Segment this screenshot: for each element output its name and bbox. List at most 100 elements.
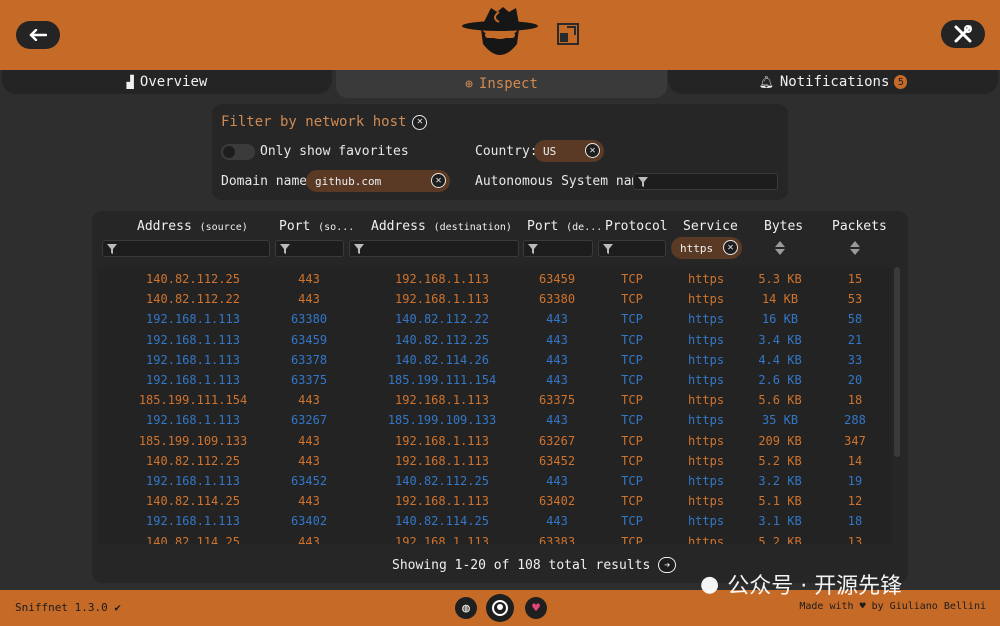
sponsor-heart-icon[interactable]: ♥ — [525, 597, 547, 619]
table-row[interactable]: 185.199.111.154 443 192.168.1.113 63375 TCP h… — [97, 390, 892, 410]
table-row[interactable]: 192.168.1.113 63402 140.82.114.25 443 TCP htt… — [97, 511, 892, 531]
funnel-icon — [280, 244, 290, 254]
table-cell: 14 — [847, 453, 863, 468]
filter-protocol[interactable] — [598, 240, 666, 257]
table-row[interactable]: 192.168.1.113 63378 140.82.114.26 443 TCP htt… — [97, 350, 892, 370]
table-cell: TCP — [621, 474, 643, 488]
sort-bytes-icon[interactable] — [775, 240, 785, 256]
table-cell: 443 — [298, 534, 320, 544]
table-cell: 19 — [847, 474, 863, 488]
table-row[interactable]: 192.168.1.113 63459 140.82.112.25 443 TCP htt… — [97, 330, 892, 350]
table-cell: 140.82.114.25 — [395, 514, 489, 529]
table-cell: 3.4 KB — [758, 332, 802, 347]
table-cell: 35 KB — [761, 413, 799, 428]
tab-inspect-label: Inspect — [478, 76, 538, 92]
col-service[interactable]: Service — [683, 219, 738, 234]
filter-address-destination[interactable] — [349, 240, 519, 257]
filter-port-source[interactable] — [275, 240, 344, 257]
connections-table: Address (source) Port (so... Address (de… — [92, 211, 908, 583]
table-cell: TCP — [621, 514, 643, 529]
tab-notifications[interactable]: 🔔︎ Notifications 5 — [668, 70, 998, 94]
tab-overview[interactable]: ▟ Overview — [2, 70, 332, 94]
table-cell: 288 — [844, 413, 866, 428]
filter-service[interactable]: https ✕ — [671, 237, 742, 259]
col-header-label: Bytes — [764, 219, 804, 234]
wechat-icon: ● — [700, 571, 720, 597]
tab-inspect[interactable]: ⊕ Inspect — [336, 70, 667, 98]
table-cell: 140.82.114.25 — [146, 494, 240, 509]
table-cell: 21 — [847, 332, 863, 347]
favorites-toggle[interactable] — [221, 144, 255, 160]
back-button[interactable] — [16, 21, 60, 49]
table-cell: 12 — [847, 494, 863, 509]
github-icon[interactable] — [486, 594, 514, 622]
table-cell: TCP — [621, 292, 643, 307]
table-cell: 18 — [847, 514, 863, 529]
table-cell: 3.2 KB — [758, 474, 802, 488]
domain-input[interactable]: github.com ✕ — [306, 170, 450, 192]
sort-packets-icon[interactable] — [850, 240, 860, 256]
col-header-sub: (de... — [566, 222, 603, 233]
close-filter-icon[interactable]: ✕ — [412, 114, 428, 130]
table-cell: 443 — [546, 413, 568, 428]
col-port-source[interactable]: Port (so... — [279, 219, 354, 234]
as-label: Autonomous System name: — [475, 174, 656, 189]
table-cell: https — [687, 534, 725, 544]
as-input[interactable] — [633, 173, 778, 190]
col-address-destination[interactable]: Address (destination) — [371, 219, 512, 234]
screenshot-icon[interactable] — [556, 22, 582, 48]
country-input[interactable]: US ✕ — [534, 140, 604, 162]
table-cell: 63380 — [538, 292, 576, 307]
bell-icon: 🔔︎ — [758, 75, 774, 89]
next-page-button[interactable]: ➔ — [658, 557, 677, 573]
clear-country-icon[interactable]: ✕ — [585, 143, 600, 158]
table-scrollbar[interactable] — [894, 267, 900, 457]
table-row[interactable]: 140.82.112.22 443 192.168.1.113 63380 TCP htt… — [97, 289, 892, 309]
settings-button[interactable] — [941, 20, 985, 48]
col-protocol[interactable]: Protocol — [605, 219, 668, 234]
table-cell: 140.82.112.25 — [395, 474, 489, 488]
website-icon[interactable]: ◍ — [455, 597, 477, 619]
table-cell: 192.168.1.113 — [395, 292, 489, 307]
table-cell: 63375 — [538, 393, 576, 408]
table-body: 140.82.112.25 443 192.168.1.113 63459 TCP htt… — [97, 267, 892, 544]
table-row[interactable]: 140.82.114.25 443 192.168.1.113 63383 TCP htt… — [97, 532, 892, 544]
country-label: Country: — [475, 144, 538, 159]
table-row[interactable]: 185.199.109.133 443 192.168.1.113 63267 TCP h… — [97, 431, 892, 451]
table-cell: https — [687, 474, 725, 488]
filter-address-source[interactable] — [102, 240, 270, 257]
favorites-label: Only show favorites — [260, 144, 409, 159]
table-row[interactable]: 140.82.112.25 443 192.168.1.113 63459 TCP htt… — [97, 269, 892, 289]
host-filter-panel: Filter by network host ✕ Only show favor… — [212, 104, 788, 200]
header-bar — [0, 0, 1000, 70]
col-address-source[interactable]: Address (source) — [137, 219, 248, 234]
table-row[interactable]: 192.168.1.113 63375 185.199.111.154 443 TCP h… — [97, 370, 892, 390]
table-cell: 140.82.112.22 — [146, 292, 240, 307]
table-cell: 63267 — [538, 433, 576, 448]
table-cell: 192.168.1.113 — [395, 393, 489, 408]
col-packets[interactable]: Packets — [832, 219, 887, 234]
col-header-label: Port — [527, 219, 559, 234]
table-cell: https — [687, 433, 725, 448]
table-cell: 33 — [847, 352, 863, 367]
table-cell: https — [687, 312, 725, 327]
table-cell: TCP — [621, 413, 643, 428]
table-row[interactable]: 192.168.1.113 63380 140.82.112.22 443 TCP htt… — [97, 309, 892, 329]
table-cell: 209 KB — [758, 433, 802, 448]
col-bytes[interactable]: Bytes — [764, 219, 803, 234]
table-row[interactable]: 192.168.1.113 63267 185.199.109.133 443 TCP h… — [97, 410, 892, 430]
table-cell: 63380 — [290, 312, 328, 327]
table-cell: 185.199.109.133 — [387, 413, 497, 428]
clear-service-icon[interactable]: ✕ — [723, 240, 738, 255]
table-row[interactable]: 192.168.1.113 63452 140.82.112.25 443 TCP htt… — [97, 471, 892, 491]
table-cell: 192.168.1.113 — [146, 352, 240, 367]
table-row[interactable]: 140.82.112.25 443 192.168.1.113 63452 TCP htt… — [97, 451, 892, 471]
clear-domain-icon[interactable]: ✕ — [431, 173, 446, 188]
table-cell: 63459 — [538, 272, 576, 286]
table-cell: 140.82.112.25 — [146, 272, 240, 286]
table-cell: 443 — [298, 433, 320, 448]
col-header-sub: (source) — [199, 222, 248, 233]
filter-port-destination[interactable] — [523, 240, 593, 257]
table-row[interactable]: 140.82.114.25 443 192.168.1.113 63402 TCP htt… — [97, 491, 892, 511]
col-port-destination[interactable]: Port (de... — [527, 219, 602, 234]
